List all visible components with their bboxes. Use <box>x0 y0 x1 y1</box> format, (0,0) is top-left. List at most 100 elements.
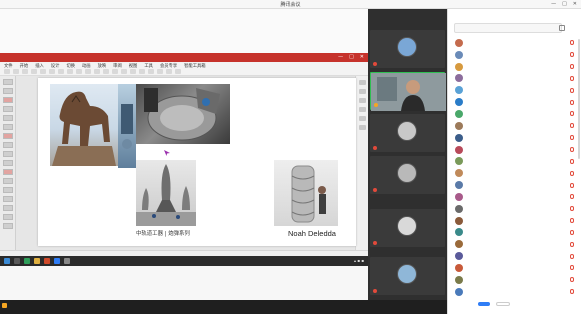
muted-mic-icon[interactable] <box>570 87 574 93</box>
participant-row[interactable] <box>448 144 581 156</box>
slide-thumbnail[interactable] <box>3 142 13 148</box>
video-tile[interactable] <box>370 209 445 247</box>
muted-mic-icon[interactable] <box>570 123 574 129</box>
participant-row[interactable] <box>448 37 581 49</box>
muted-mic-icon[interactable] <box>570 75 574 81</box>
participant-row[interactable] <box>448 227 581 239</box>
muted-mic-icon[interactable] <box>570 147 574 153</box>
muted-mic-icon[interactable] <box>570 206 574 212</box>
tool-icon[interactable] <box>148 69 154 74</box>
slide-thumbnail[interactable] <box>3 160 13 166</box>
app-icon[interactable] <box>64 258 70 264</box>
slide-thumbnail[interactable] <box>3 196 13 202</box>
muted-mic-icon[interactable] <box>570 170 574 176</box>
video-tile[interactable] <box>370 257 445 295</box>
ppt-minimize-icon[interactable]: — <box>338 54 343 60</box>
side-tool-icon[interactable] <box>359 98 366 103</box>
participant-row[interactable] <box>448 167 581 179</box>
tool-icon[interactable] <box>130 69 136 74</box>
tool-icon[interactable] <box>49 69 55 74</box>
side-tool-icon[interactable] <box>359 107 366 112</box>
minimize-icon[interactable]: — <box>551 1 556 7</box>
muted-mic-icon[interactable] <box>570 99 574 105</box>
tool-icon[interactable] <box>31 69 37 74</box>
tool-icon[interactable] <box>103 69 109 74</box>
search-icon[interactable] <box>14 258 20 264</box>
slide-thumbnail[interactable] <box>3 187 13 193</box>
participant-row[interactable] <box>448 96 581 108</box>
muted-mic-icon[interactable] <box>570 64 574 70</box>
participant-row[interactable] <box>448 262 581 274</box>
participant-row[interactable] <box>448 191 581 203</box>
side-tool-icon[interactable] <box>359 116 366 121</box>
participant-row[interactable] <box>448 203 581 215</box>
muted-mic-icon[interactable] <box>570 277 574 283</box>
close-icon[interactable]: ✕ <box>573 1 577 7</box>
manage-button[interactable] <box>496 302 510 306</box>
tool-icon[interactable] <box>94 69 100 74</box>
slide-thumbnail[interactable] <box>3 133 13 139</box>
ppt-maximize-icon[interactable]: □ <box>349 54 354 60</box>
muted-mic-icon[interactable] <box>570 253 574 259</box>
participant-row[interactable] <box>448 108 581 120</box>
meeting-app-icon[interactable] <box>54 258 60 264</box>
muted-mic-icon[interactable] <box>570 241 574 247</box>
tool-icon[interactable] <box>175 69 181 74</box>
participant-row[interactable] <box>448 84 581 96</box>
video-tile[interactable] <box>370 114 445 152</box>
muted-mic-icon[interactable] <box>570 218 574 224</box>
slide-thumbnail[interactable] <box>3 169 13 175</box>
ppt-close-icon[interactable]: ✕ <box>360 54 364 60</box>
muted-mic-icon[interactable] <box>570 229 574 235</box>
tool-icon[interactable] <box>40 69 46 74</box>
slide-thumbnail[interactable] <box>3 151 13 157</box>
participant-row[interactable] <box>448 132 581 144</box>
tool-icon[interactable] <box>76 69 82 74</box>
tool-icon[interactable] <box>139 69 145 74</box>
tool-icon[interactable] <box>22 69 28 74</box>
participant-row[interactable] <box>448 120 581 132</box>
participant-row[interactable] <box>448 274 581 286</box>
muted-mic-icon[interactable] <box>570 289 574 295</box>
muted-mic-icon[interactable] <box>570 52 574 58</box>
participant-row[interactable] <box>448 238 581 250</box>
participant-row[interactable] <box>448 73 581 85</box>
slide-thumbnail[interactable] <box>3 88 13 94</box>
muted-mic-icon[interactable] <box>570 135 574 141</box>
tool-icon[interactable] <box>58 69 64 74</box>
tool-icon[interactable] <box>112 69 118 74</box>
slide-thumbnail[interactable] <box>3 178 13 184</box>
participant-row[interactable] <box>448 250 581 262</box>
slide-thumbnail[interactable] <box>3 205 13 211</box>
raise-hand-icon[interactable] <box>559 25 565 31</box>
participant-row[interactable] <box>448 155 581 167</box>
folder-icon[interactable] <box>34 258 40 264</box>
participant-search-input[interactable] <box>454 23 562 33</box>
muted-mic-icon[interactable] <box>570 194 574 200</box>
slide-thumbnail[interactable] <box>3 106 13 112</box>
muted-mic-icon[interactable] <box>570 265 574 271</box>
muted-mic-icon[interactable] <box>570 182 574 188</box>
video-tile[interactable] <box>370 156 445 194</box>
slide-thumbnail[interactable] <box>3 223 13 229</box>
tool-icon[interactable] <box>121 69 127 74</box>
side-tool-icon[interactable] <box>359 89 366 94</box>
slide-thumbnail[interactable] <box>3 124 13 130</box>
participant-row[interactable] <box>448 286 581 298</box>
muted-mic-icon[interactable] <box>570 158 574 164</box>
slide-thumbnail[interactable] <box>3 97 13 103</box>
participant-row[interactable] <box>448 61 581 73</box>
tool-icon[interactable] <box>67 69 73 74</box>
tool-icon[interactable] <box>13 69 19 74</box>
ppt-app-icon[interactable] <box>44 258 50 264</box>
muted-mic-icon[interactable] <box>570 40 574 46</box>
side-tool-icon[interactable] <box>359 125 366 130</box>
current-slide[interactable]: 中轨道工器 | 炮弹系列 Noah Deledda <box>38 78 356 246</box>
tool-icon[interactable] <box>157 69 163 74</box>
video-tile[interactable] <box>370 30 445 68</box>
invite-button[interactable] <box>478 302 490 306</box>
side-tool-icon[interactable] <box>359 80 366 85</box>
ppt-menu-item[interactable]: 智能工具箱 <box>184 63 205 69</box>
tool-icon[interactable] <box>4 69 10 74</box>
participant-row[interactable] <box>448 49 581 61</box>
